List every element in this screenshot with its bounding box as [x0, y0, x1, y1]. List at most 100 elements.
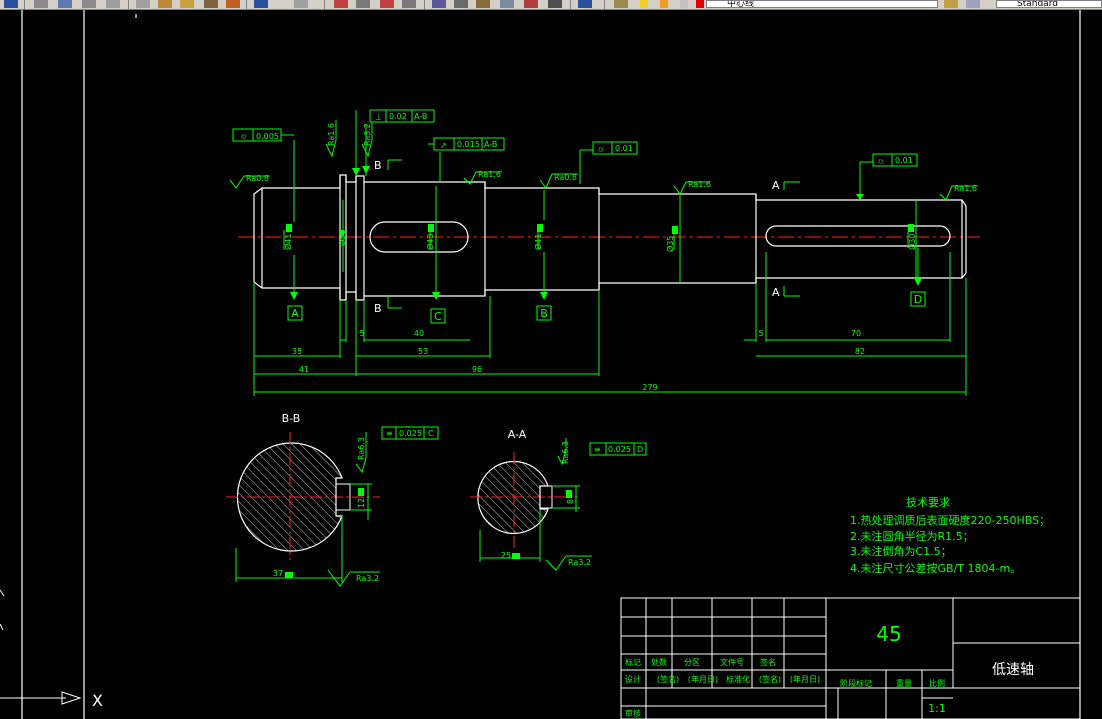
match-properties-icon[interactable] [180, 0, 194, 8]
date-2: (年月日) [790, 674, 820, 684]
zoom-realtime-icon[interactable] [334, 0, 348, 8]
plot-preview-icon[interactable] [58, 0, 72, 8]
tech-req-title: 技术要求 [906, 496, 950, 509]
section-a-a-label: A-A [508, 428, 527, 441]
roughness-r6: Ra1.6 [688, 180, 711, 189]
tolerance-f2-datum: A-B [414, 112, 427, 121]
design-center-icon[interactable] [454, 0, 468, 8]
paste-icon[interactable] [158, 0, 172, 8]
section-b-marker-top: B [374, 159, 382, 172]
roughness-r11: Ra3.2 [568, 558, 591, 567]
dimension-37: 37 [273, 569, 283, 578]
diameter-d6: Ø30 [907, 234, 917, 250]
pan-icon[interactable] [294, 0, 308, 8]
dimension-12: 12 [357, 498, 366, 508]
layer-dropdown[interactable]: 中心线 [706, 0, 938, 8]
datum-a-label: A [291, 307, 299, 320]
tolerance-f7-value: 0.025 [608, 445, 631, 454]
roughness-r4: Ra1.6 [478, 170, 501, 179]
roughness-r8: Ra6.3 [357, 437, 366, 460]
tolerance-f4-value: 0.01 [615, 144, 633, 153]
calculator-icon[interactable] [548, 0, 562, 8]
help-icon[interactable] [578, 0, 592, 8]
datum-c-label: C [434, 310, 442, 323]
tolerance-f3-datum: A-B [484, 140, 497, 149]
symmetry-icon: ≡ [594, 445, 601, 454]
cylindricity-icon: ⌭ [598, 145, 604, 154]
section-b-marker-bottom: B [374, 302, 382, 315]
diameter-d1: Ø41 [283, 234, 293, 250]
tech-req-2: 2.未注圆角半径为R1.5； [850, 529, 974, 543]
roughness-r1: Ra0.8 [246, 174, 269, 183]
runout-icon: ↗ [440, 141, 447, 150]
zoom-extents-icon[interactable] [402, 0, 416, 8]
tool-palettes-icon[interactable] [476, 0, 490, 8]
dimension-82: 82 [855, 347, 865, 356]
dimension-40: 40 [414, 329, 424, 338]
sign-1: (签名) [657, 674, 679, 684]
roughness-r3: Ra3.2 [363, 123, 372, 146]
dimension-8: 8 [566, 499, 575, 504]
standard-toolbar: 中心线 Standard [0, 0, 1102, 10]
diameter-d4: Ø41 [533, 234, 543, 250]
roughness-r2: Ra1.6 [327, 123, 336, 146]
roughness-r7: Ra1.6 [954, 184, 977, 193]
tolerance-f6-value: 0.025 [399, 429, 422, 438]
stage-mark-label: 阶段标记 [840, 678, 872, 688]
col-docno: 文件号 [720, 657, 744, 667]
datum-d-label: D [914, 293, 922, 306]
tech-req-1: 1.热处理调质后表面硬度220-250HBS； [850, 513, 1050, 527]
sheet-set-icon[interactable] [500, 0, 514, 8]
scale-value: 1:1 [928, 702, 946, 715]
col-mark: 标记 [625, 657, 641, 667]
diameter-d2: Ø51 [337, 230, 347, 246]
cylindricity-icon: ⌭ [241, 132, 247, 141]
zoom-previous-icon[interactable] [380, 0, 394, 8]
weight-label: 重量 [896, 678, 912, 688]
tolerance-f3-value: 0.015 [457, 140, 480, 149]
col-count: 处数 [651, 657, 667, 667]
redo-icon[interactable] [254, 0, 268, 8]
review-label: 审核 [625, 708, 641, 718]
publish-icon[interactable] [82, 0, 96, 8]
make-current-layer-icon[interactable] [944, 0, 958, 8]
layer-lock-icon [680, 0, 688, 8]
block-editor-icon[interactable] [204, 0, 218, 8]
symmetry-icon: ≡ [386, 429, 393, 438]
datum-b-label: B [540, 307, 548, 320]
dimension-5b: 5 [758, 329, 763, 338]
undo-icon[interactable] [226, 0, 240, 8]
toolbar-separator [246, 0, 247, 9]
tolerance-f6-datum: C [428, 429, 434, 438]
toolbar-separator [424, 0, 425, 9]
dimension-96: 96 [472, 365, 482, 374]
drawing-canvas[interactable]: A C B D A A B B ⌭ 0.005 ⊥ 0.02 A-B ↗ 0.0… [0, 10, 1102, 719]
layer-color-icon [696, 0, 704, 8]
properties-icon[interactable] [432, 0, 446, 8]
roughness-r9: Ra3.2 [356, 574, 379, 583]
text-style-dropdown[interactable]: Standard [996, 0, 1102, 8]
part-name: 低速轴 [992, 662, 1034, 678]
section-a-marker-top: A [772, 179, 780, 192]
layer-freeze-icon [660, 0, 668, 8]
zoom-window-icon[interactable] [356, 0, 370, 8]
layer-previous-icon[interactable] [966, 0, 980, 8]
save-icon[interactable] [4, 0, 18, 8]
layer-manager-icon[interactable] [614, 0, 628, 8]
tolerance-f1-value: 0.005 [256, 132, 279, 141]
toolbar-separator [24, 0, 25, 9]
cut-icon[interactable] [106, 0, 120, 8]
dimension-41: 41 [299, 365, 309, 374]
section-b-b-label: B-B [282, 412, 301, 425]
dimension-5a: 5 [359, 329, 364, 338]
markup-icon[interactable] [524, 0, 538, 8]
toolbar-separator [570, 0, 571, 9]
text-style-dropdown-value: Standard [1017, 0, 1058, 8]
ucs-x-label: X [92, 691, 103, 710]
col-sign: 签名 [760, 657, 776, 667]
print-icon[interactable] [34, 0, 48, 8]
scale-label: 比例 [929, 678, 945, 688]
tolerance-f2-value: 0.02 [389, 112, 407, 121]
standardization-label: 标准化 [726, 674, 750, 684]
copy-icon[interactable] [136, 0, 150, 8]
